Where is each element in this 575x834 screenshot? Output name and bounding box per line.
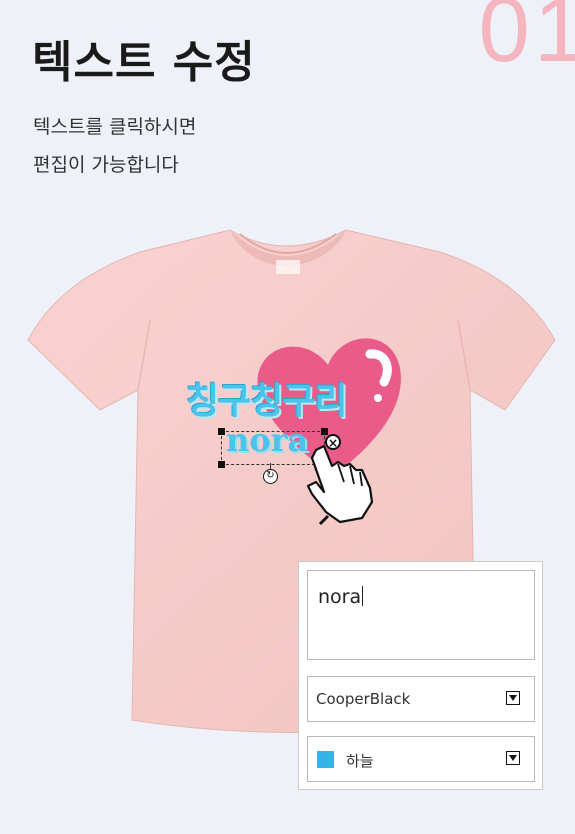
text-caret (362, 586, 364, 606)
dropdown-arrow-icon[interactable] (506, 691, 520, 705)
color-select-value: 하늘 (346, 752, 374, 770)
tshirt-tag (276, 260, 300, 274)
design-text-line[interactable]: 칭구칭구리 (186, 372, 348, 424)
description-line-2: 편집이 가능합니다 (33, 154, 179, 176)
text-editor-panel: nora CooperBlack 하늘 (298, 561, 543, 790)
dropdown-arrow-icon[interactable] (506, 751, 520, 765)
step-number: 01 (478, 0, 575, 81)
rotate-icon[interactable]: ↻ (263, 469, 278, 484)
font-select-value: CooperBlack (316, 690, 411, 708)
resize-handle-bottom-left[interactable] (218, 461, 225, 468)
page-title: 텍스트 수정 (32, 37, 256, 88)
color-select[interactable]: 하늘 (307, 736, 535, 782)
description-line-1: 텍스트를 클릭하시면 (33, 116, 197, 138)
font-select[interactable]: CooperBlack (307, 676, 535, 722)
resize-handle-top-left[interactable] (218, 428, 225, 435)
text-input-value: nora (318, 586, 362, 608)
resize-handle-top-right[interactable] (321, 428, 328, 435)
text-input[interactable]: nora (307, 570, 535, 660)
color-swatch (317, 751, 334, 768)
hand-pointer-icon (306, 444, 374, 526)
